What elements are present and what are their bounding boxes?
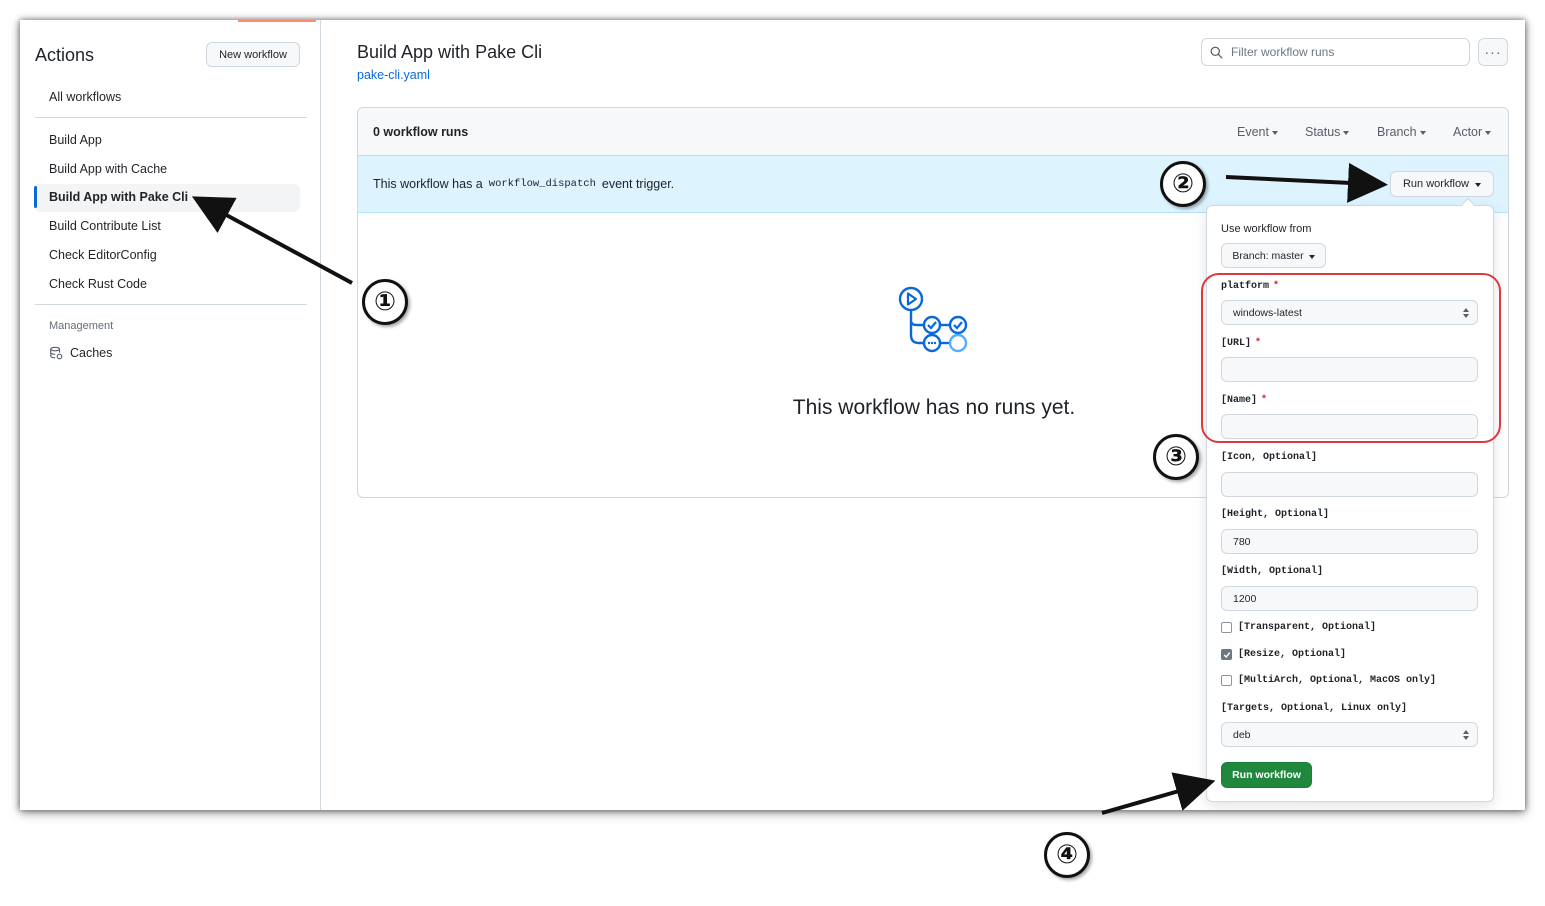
required-fields-highlight [1201,273,1501,443]
chevron-down-icon [1343,131,1350,135]
management-heading: Management [49,320,114,332]
workflow-graph-icon [898,286,968,353]
status-filter-label: Status [1305,125,1341,139]
icon-input[interactable] [1221,472,1478,497]
transparent-label: [Transparent, Optional] [1238,622,1377,633]
multiarch-label: [MultiArch, Optional, MacOS only] [1238,675,1437,686]
sidebar-item-build-app-with-cache[interactable]: Build App with Cache [49,162,167,176]
icon-label: [Icon, Optional] [1221,452,1318,463]
sidebar-title: Actions [35,45,95,65]
annotation-step-2: ② [1160,161,1206,207]
actor-filter-dropdown[interactable]: Actor [1453,125,1492,139]
width-input[interactable]: 1200 [1221,586,1478,611]
targets-select[interactable]: deb [1221,722,1478,747]
sidebar-active-indicator [34,186,37,208]
event-filter-dropdown[interactable]: Event [1237,125,1278,139]
database-icon [50,346,63,360]
sidebar-divider [35,304,307,305]
resize-checkbox-row[interactable]: [Resize, Optional] [1221,649,1346,660]
transparent-checkbox[interactable] [1221,622,1232,633]
run-workflow-label: Run workflow [1402,178,1470,190]
chevron-down-icon [1271,131,1278,135]
multiarch-checkbox[interactable] [1221,675,1232,686]
search-icon [1210,46,1223,58]
dispatch-prefix: This workflow has a [373,177,483,191]
filter-runs-field[interactable] [1201,38,1470,66]
height-label: [Height, Optional] [1221,509,1330,520]
branch-filter-dropdown[interactable]: Branch [1377,125,1426,139]
actions-sidebar: Actions New workflow All workflows Build… [20,20,321,810]
chevron-down-icon [1419,131,1426,135]
sidebar-item-build-contribute-list[interactable]: Build Contribute List [49,219,161,233]
annotation-step-1: ① [362,279,408,325]
use-workflow-from-label: Use workflow from [1221,223,1312,235]
run-workflow-dropdown-button[interactable]: Run workflow [1390,171,1494,197]
branch-filter-label: Branch [1377,125,1417,139]
status-filter-dropdown[interactable]: Status [1305,125,1350,139]
sidebar-item-check-rust-code[interactable]: Check Rust Code [49,277,147,291]
height-input[interactable]: 780 [1221,529,1478,554]
caches-label: Caches [70,346,113,360]
runs-count: 0 workflow runs [373,125,469,139]
more-options-button[interactable]: ··· [1478,38,1508,66]
chevron-down-icon [1485,131,1492,135]
dispatch-suffix: event trigger. [601,177,675,191]
kebab-horizontal-icon: ··· [1484,44,1502,60]
chevron-down-icon [1475,183,1482,187]
dispatch-message: This workflow has a workflow_dispatch ev… [373,177,674,191]
select-arrows-icon [1463,729,1469,740]
sidebar-divider [35,117,307,118]
dispatch-code: workflow_dispatch [488,178,596,190]
sidebar-item-check-editorconfig[interactable]: Check EditorConfig [49,248,157,262]
actor-filter-label: Actor [1453,125,1483,139]
chevron-down-icon [1308,254,1315,259]
page-title: Build App with Pake Cli [357,42,543,62]
targets-label: [Targets, Optional, Linux only] [1221,703,1408,714]
width-label: [Width, Optional] [1221,566,1324,577]
annotation-step-3: ③ [1153,434,1199,480]
transparent-checkbox-row[interactable]: [Transparent, Optional] [1221,622,1376,633]
event-filter-label: Event [1237,125,1269,139]
resize-label: [Resize, Optional] [1238,649,1347,660]
branch-label: Branch: master [1232,249,1304,262]
sidebar-item-caches[interactable]: Caches [49,346,112,360]
sidebar-item-all-workflows[interactable]: All workflows [49,90,121,104]
filter-runs-input[interactable] [1231,45,1461,59]
check-icon [1223,651,1230,658]
annotation-step-4: ④ [1044,832,1090,878]
resize-checkbox[interactable] [1221,649,1232,660]
targets-value: deb [1233,728,1251,741]
branch-select-button[interactable]: Branch: master [1221,243,1326,268]
runs-header: 0 workflow runs Event Status Branch Acto… [358,108,1508,156]
new-workflow-button[interactable]: New workflow [206,42,300,67]
sidebar-item-build-app[interactable]: Build App [49,133,102,147]
run-workflow-submit-button[interactable]: Run workflow [1221,762,1312,788]
multiarch-checkbox-row[interactable]: [MultiArch, Optional, MacOS only] [1221,675,1436,686]
sidebar-item-build-app-with-pake-cli[interactable]: Build App with Pake Cli [49,190,188,204]
workflow-file-link[interactable]: pake-cli.yaml [357,68,430,82]
